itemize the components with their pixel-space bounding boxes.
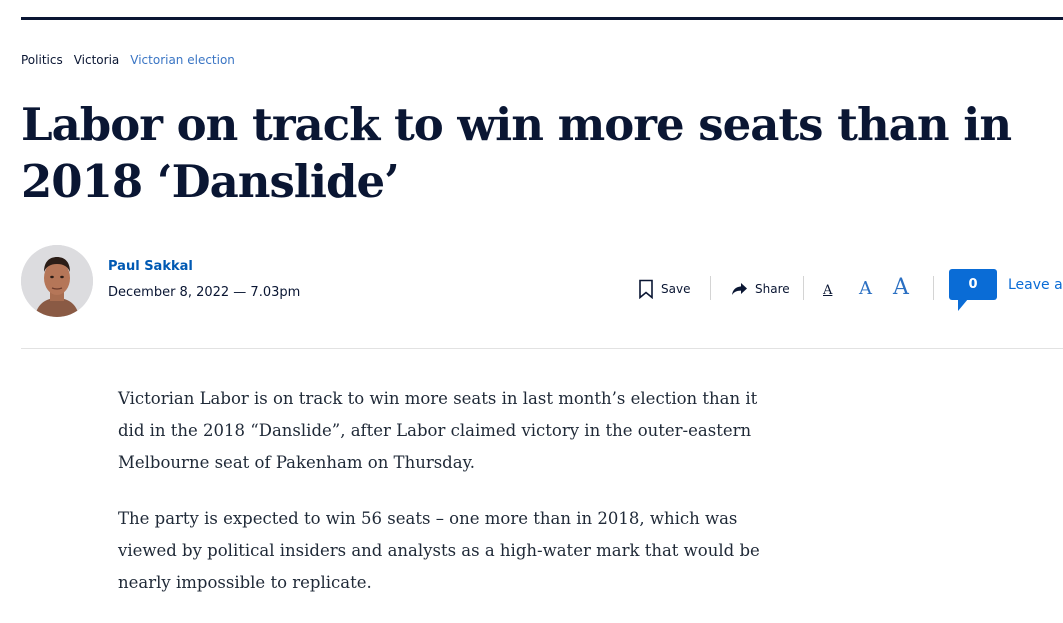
save-button[interactable]: Save (638, 278, 690, 300)
breadcrumb: Politics Victoria Victorian election (21, 53, 235, 67)
article-date: December 8, 2022 — 7.03pm (108, 285, 301, 300)
breadcrumb-victorian-election[interactable]: Victorian election (130, 53, 235, 67)
top-rule (21, 17, 1063, 20)
author-name[interactable]: Paul Sakkal (108, 259, 193, 274)
article-body: Victorian Labor is on track to win more … (118, 383, 778, 623)
font-size-large-button[interactable]: A (893, 277, 909, 299)
header-divider (21, 348, 1063, 349)
comment-count-button[interactable]: 0 (949, 269, 997, 300)
author-photo (21, 245, 93, 317)
article-paragraph: The party is expected to win 56 seats – … (118, 509, 760, 592)
font-size-small-button[interactable]: A (823, 284, 832, 297)
toolbar-divider (933, 276, 934, 300)
share-arrow-icon (731, 282, 748, 296)
save-label: Save (661, 282, 691, 296)
article-headline: Labor on track to win more seats than in… (21, 98, 1012, 208)
comment-bubble-tail (958, 299, 968, 311)
breadcrumb-victoria[interactable]: Victoria (74, 53, 120, 67)
share-button[interactable]: Share (731, 278, 790, 300)
article-paragraph: Victorian Labor is on track to win more … (118, 389, 758, 472)
share-label: Share (755, 282, 790, 296)
leave-comment-link[interactable]: Leave a (1008, 277, 1063, 293)
toolbar-divider (803, 276, 804, 300)
breadcrumb-politics[interactable]: Politics (21, 53, 63, 67)
font-size-medium-button[interactable]: A (859, 280, 872, 298)
comment-count: 0 (968, 277, 978, 292)
bookmark-icon (638, 279, 654, 299)
author-avatar[interactable] (21, 245, 93, 317)
toolbar-divider (710, 276, 711, 300)
